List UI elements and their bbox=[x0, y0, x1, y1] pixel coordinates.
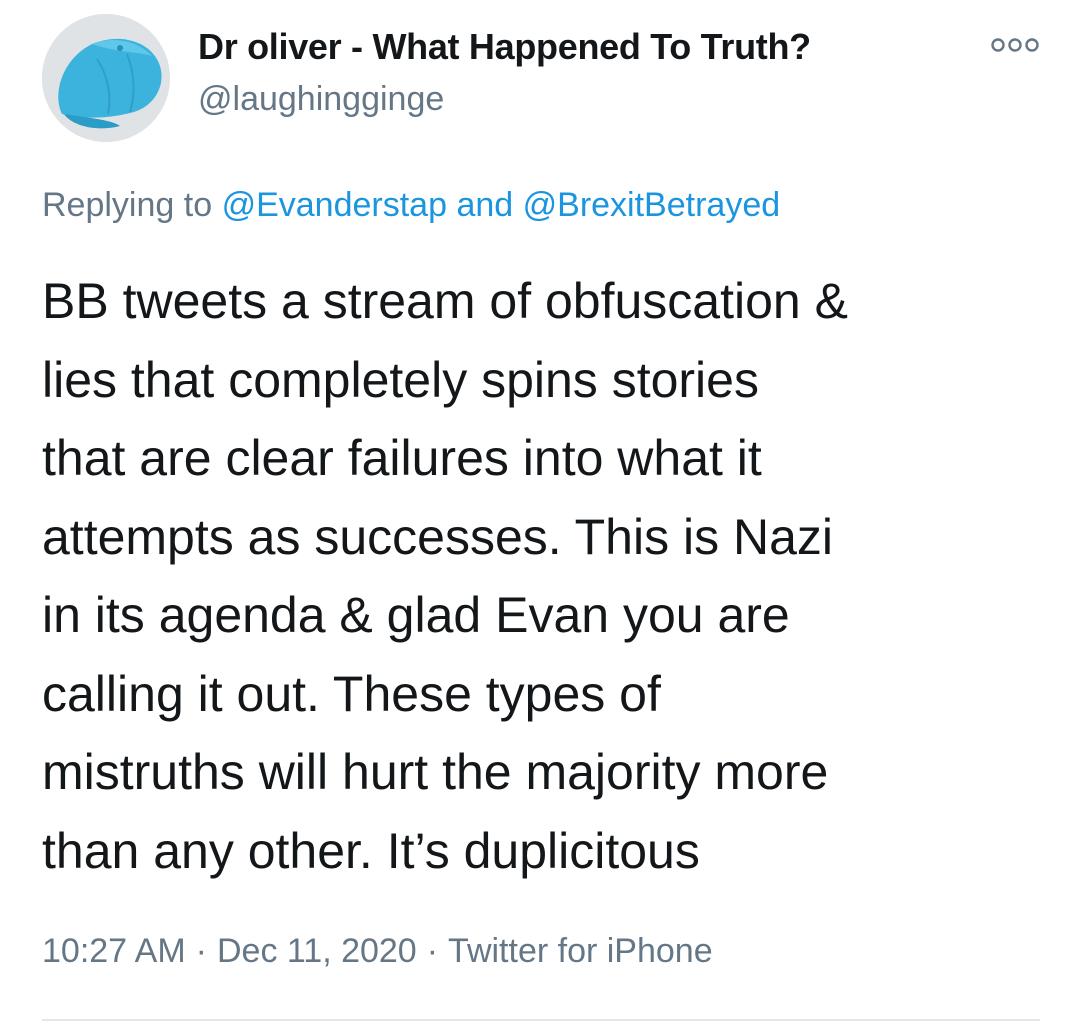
tweet-text-line: attempts as successes. This is Nazi bbox=[42, 508, 834, 565]
tweet-detail: Dr oliver - What Happened To Truth? @lau… bbox=[0, 0, 1080, 1023]
tweet-metadata: 10:27 AM · Dec 11, 2020 · Twitter for iPhone bbox=[42, 932, 713, 971]
tweet-text-line: in its agenda & glad Evan you are bbox=[42, 587, 790, 643]
replying-to-label: Replying to bbox=[42, 186, 213, 224]
display-name[interactable]: Dr oliver - What Happened To Truth? bbox=[198, 26, 811, 68]
tweet-time[interactable]: 10:27 AM bbox=[42, 932, 186, 970]
mention-link-evanderstap[interactable]: @Evanderstap bbox=[222, 186, 447, 224]
tweet-text-line: calling it out. These types of bbox=[42, 665, 661, 722]
tweet-source[interactable]: Twitter for iPhone bbox=[448, 932, 713, 970]
meta-separator: · bbox=[426, 932, 439, 970]
tweet-date[interactable]: Dec 11, 2020 bbox=[217, 932, 417, 970]
tweet-text-line: mistruths will hurt the majority more bbox=[42, 744, 829, 800]
more-options-icon[interactable] bbox=[990, 34, 1040, 56]
user-handle[interactable]: @laughingginge bbox=[198, 80, 444, 119]
divider bbox=[42, 1019, 1040, 1021]
meta-separator: · bbox=[195, 932, 207, 970]
tweet-text-line: lies that completely spins stories bbox=[42, 351, 759, 408]
tweet-text-line: BB tweets a stream of obfuscation & bbox=[42, 273, 848, 329]
replying-to-conjunction: and bbox=[456, 186, 514, 224]
blue-cap-avatar-icon bbox=[42, 14, 170, 142]
tweet-text-line: that are clear failures into what it bbox=[42, 430, 762, 486]
replying-to: Replying to @Evanderstap and @BrexitBetr… bbox=[42, 186, 780, 225]
tweet-text: BB tweets a stream of obfuscation & lies… bbox=[42, 262, 1042, 890]
tweet-text-line: than any other. It’s duplicitous bbox=[42, 822, 700, 879]
mention-link-brexitbetrayed[interactable]: @BrexitBetrayed bbox=[523, 186, 781, 224]
avatar[interactable] bbox=[42, 14, 170, 142]
